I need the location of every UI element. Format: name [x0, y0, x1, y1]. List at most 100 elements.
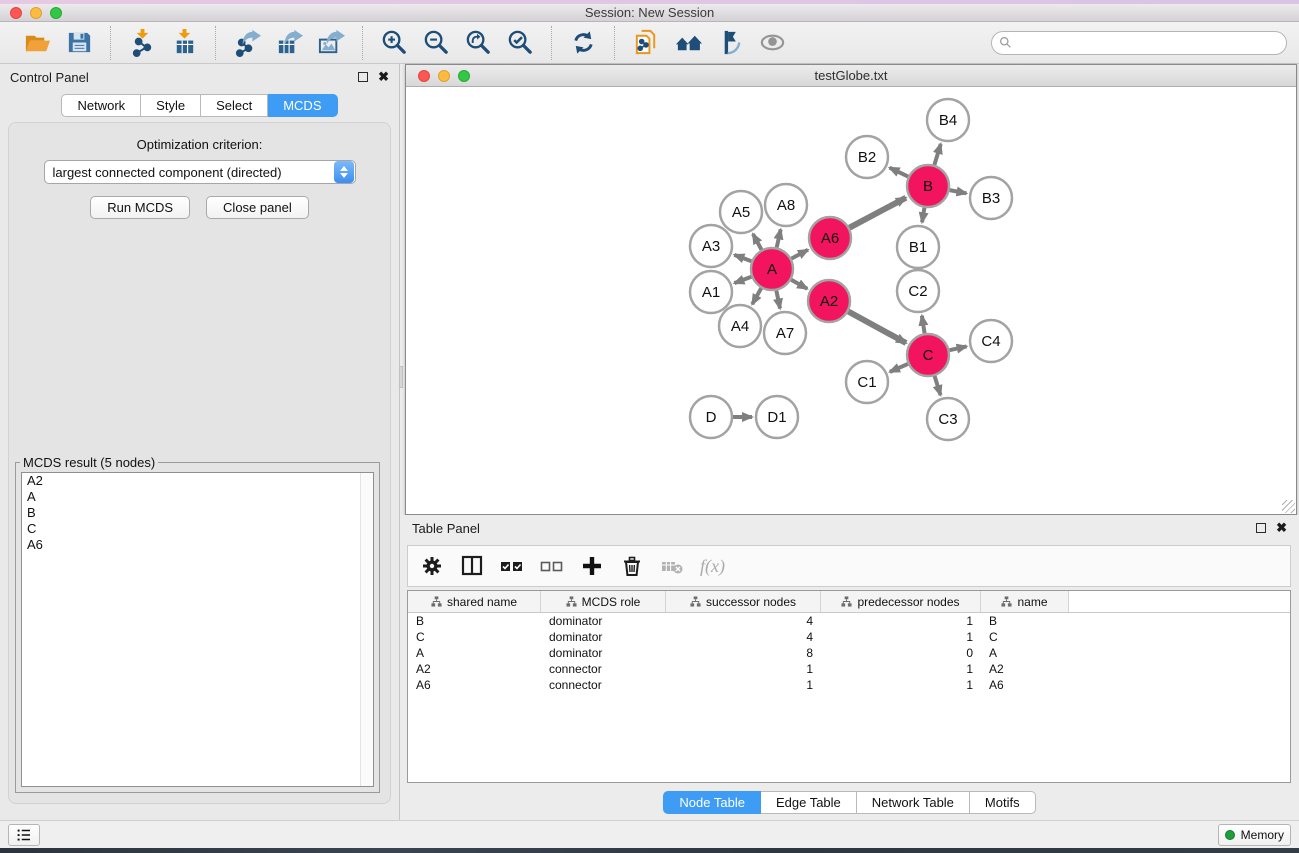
refresh-view-button[interactable]: [566, 26, 600, 60]
add-row-button[interactable]: [580, 554, 604, 578]
edge-C-C3[interactable]: [935, 376, 941, 395]
table-cell[interactable]: A6: [408, 677, 541, 693]
criterion-dropdown[interactable]: largest connected component (directed): [44, 160, 356, 184]
tab-motifs[interactable]: Motifs: [970, 791, 1036, 814]
tab-style[interactable]: Style: [141, 94, 201, 117]
unselect-all-button[interactable]: [540, 554, 564, 578]
export-network-button[interactable]: [230, 26, 264, 60]
network-window-titlebar[interactable]: testGlobe.txt: [406, 65, 1296, 87]
table-cell[interactable]: A: [981, 645, 1069, 661]
function-builder-button[interactable]: f(x): [700, 556, 725, 577]
table-cell[interactable]: dominator: [541, 629, 666, 645]
table-cell[interactable]: dominator: [541, 613, 666, 629]
tab-network-table[interactable]: Network Table: [857, 791, 970, 814]
column-header-shared-name[interactable]: shared name: [408, 591, 541, 612]
table-cell[interactable]: 1: [821, 629, 981, 645]
graph-node-A7[interactable]: A7: [764, 312, 806, 354]
tab-edge-table[interactable]: Edge Table: [761, 791, 857, 814]
mcds-result-item[interactable]: A2: [22, 473, 373, 489]
zoom-selected-button[interactable]: [503, 26, 537, 60]
tab-network[interactable]: Network: [61, 94, 141, 117]
table-cell[interactable]: C: [981, 629, 1069, 645]
import-table-button[interactable]: [167, 26, 201, 60]
graph-node-C3[interactable]: C3: [927, 398, 969, 440]
graph-node-B3[interactable]: B3: [970, 177, 1012, 219]
close-table-panel-icon[interactable]: ✖: [1276, 523, 1287, 533]
edge-C-C4[interactable]: [949, 346, 966, 350]
graph-node-A8[interactable]: A8: [765, 184, 807, 226]
mcds-result-list[interactable]: A2ABCA6: [21, 472, 374, 787]
table-cell[interactable]: 0: [821, 645, 981, 661]
table-cell[interactable]: A: [408, 645, 541, 661]
save-session-button[interactable]: [62, 26, 96, 60]
tab-select[interactable]: Select: [201, 94, 268, 117]
edge-B-B1[interactable]: [922, 208, 924, 223]
mcds-result-item[interactable]: A6: [22, 537, 373, 553]
close-panel-icon[interactable]: ✖: [378, 72, 389, 82]
table-cell[interactable]: 4: [666, 613, 821, 629]
network-search-field[interactable]: [991, 31, 1287, 55]
graph-node-C[interactable]: C: [907, 334, 949, 376]
edge-A2-C[interactable]: [848, 312, 906, 343]
zoom-fit-button[interactable]: [461, 26, 495, 60]
column-header-successor-nodes[interactable]: successor nodes: [666, 591, 821, 612]
graph-node-D1[interactable]: D1: [756, 396, 798, 438]
task-history-button[interactable]: [8, 824, 40, 846]
edge-A-A3[interactable]: [734, 255, 751, 261]
table-cell[interactable]: 1: [821, 613, 981, 629]
edge-A-A4[interactable]: [752, 288, 761, 304]
zoom-in-button[interactable]: [377, 26, 411, 60]
show-columns-button[interactable]: [460, 554, 484, 578]
tab-mcds[interactable]: MCDS: [268, 94, 337, 117]
graph-node-C2[interactable]: C2: [897, 270, 939, 312]
graph-node-A3[interactable]: A3: [690, 225, 732, 267]
table-cell[interactable]: C: [408, 629, 541, 645]
panel-splitter-handle[interactable]: [399, 366, 403, 388]
edge-B-B2[interactable]: [890, 168, 909, 177]
table-row[interactable]: Bdominator41B: [408, 613, 1290, 629]
graph-node-A6[interactable]: A6: [809, 217, 851, 259]
edge-A-A1[interactable]: [734, 277, 751, 283]
graph-node-A4[interactable]: A4: [719, 305, 761, 347]
edge-C-C2[interactable]: [922, 316, 925, 334]
table-cell[interactable]: 1: [821, 677, 981, 693]
edge-A-A2[interactable]: [791, 280, 807, 289]
select-all-button[interactable]: [500, 554, 524, 578]
table-cell[interactable]: connector: [541, 661, 666, 677]
edge-B-B4[interactable]: [934, 144, 940, 165]
export-image-button[interactable]: [314, 26, 348, 60]
show-graphics-details-button[interactable]: [713, 26, 747, 60]
graph-node-D[interactable]: D: [690, 396, 732, 438]
first-neighbors-button[interactable]: [671, 26, 705, 60]
mcds-result-item[interactable]: A: [22, 489, 373, 505]
edge-A-A5[interactable]: [753, 234, 762, 250]
table-cell[interactable]: 1: [666, 661, 821, 677]
table-cell[interactable]: B: [981, 613, 1069, 629]
node-table[interactable]: shared nameMCDS rolesuccessor nodesprede…: [407, 590, 1291, 783]
table-cell[interactable]: connector: [541, 677, 666, 693]
table-cell[interactable]: B: [408, 613, 541, 629]
edge-A-A6[interactable]: [791, 250, 808, 259]
zoom-out-button[interactable]: [419, 26, 453, 60]
table-row[interactable]: A6connector11A6: [408, 677, 1290, 693]
table-row[interactable]: Adominator80A: [408, 645, 1290, 661]
edge-A6-B[interactable]: [849, 198, 905, 228]
graph-node-C1[interactable]: C1: [846, 361, 888, 403]
edge-A-A8[interactable]: [777, 229, 781, 247]
delete-rows-button[interactable]: [620, 554, 644, 578]
column-header-name[interactable]: name: [981, 591, 1069, 612]
graph-node-B2[interactable]: B2: [846, 136, 888, 178]
table-cell[interactable]: A2: [408, 661, 541, 677]
graph-node-A[interactable]: A: [751, 248, 793, 290]
export-table-button[interactable]: [272, 26, 306, 60]
table-row[interactable]: A2connector11A2: [408, 661, 1290, 677]
import-network-button[interactable]: [125, 26, 159, 60]
table-settings-button[interactable]: [420, 554, 444, 578]
float-panel-icon[interactable]: [358, 72, 368, 82]
table-cell[interactable]: 4: [666, 629, 821, 645]
run-mcds-button[interactable]: Run MCDS: [90, 196, 190, 219]
birds-eye-view-button[interactable]: [755, 26, 789, 60]
column-header-MCDS-role[interactable]: MCDS role: [541, 591, 666, 612]
open-file-button[interactable]: [20, 26, 54, 60]
column-header-predecessor-nodes[interactable]: predecessor nodes: [821, 591, 981, 612]
